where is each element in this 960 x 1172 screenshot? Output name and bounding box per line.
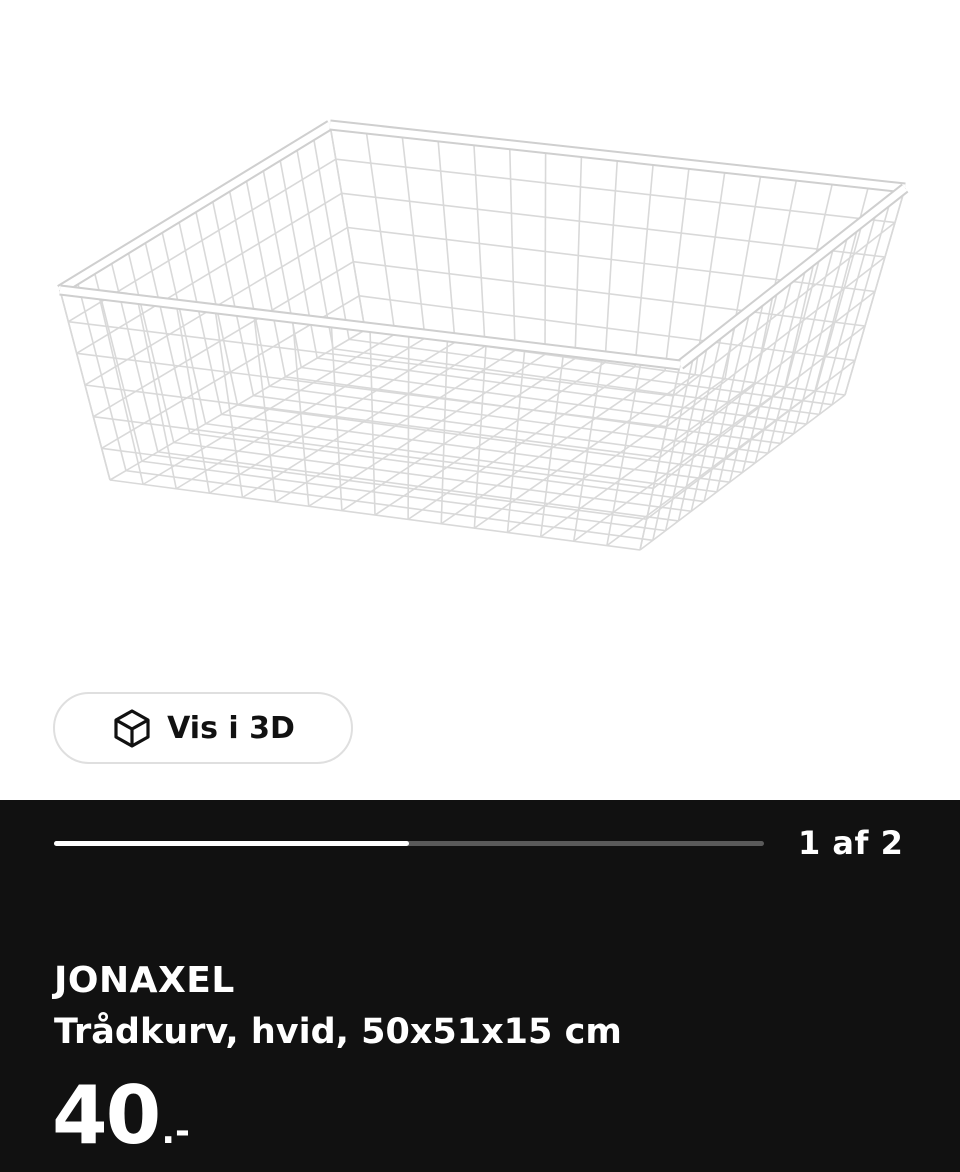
price-suffix: .- (161, 1111, 190, 1152)
view-in-3d-button[interactable]: Vis i 3D (53, 692, 353, 764)
product-description: Trådkurv, hvid, 50x51x15 cm (54, 1012, 622, 1052)
product-price: 40 .- (52, 1076, 190, 1156)
wire-basket-image (57, 119, 909, 551)
image-pager: 1 af 2 (798, 824, 904, 862)
product-page: Vis i 3D 1 af 2 JONAXEL Trådkurv, hvid, … (0, 0, 960, 1172)
cube-icon (111, 707, 153, 749)
price-integer: 40 (52, 1069, 161, 1162)
image-progress-bar (54, 841, 764, 846)
view-in-3d-label: Vis i 3D (167, 710, 295, 746)
product-info-panel: 1 af 2 JONAXEL Trådkurv, hvid, 50x51x15 … (0, 800, 960, 1172)
product-image-area[interactable]: Vis i 3D (0, 0, 960, 800)
product-name: JONAXEL (54, 960, 235, 1001)
image-progress-fill (54, 841, 409, 846)
